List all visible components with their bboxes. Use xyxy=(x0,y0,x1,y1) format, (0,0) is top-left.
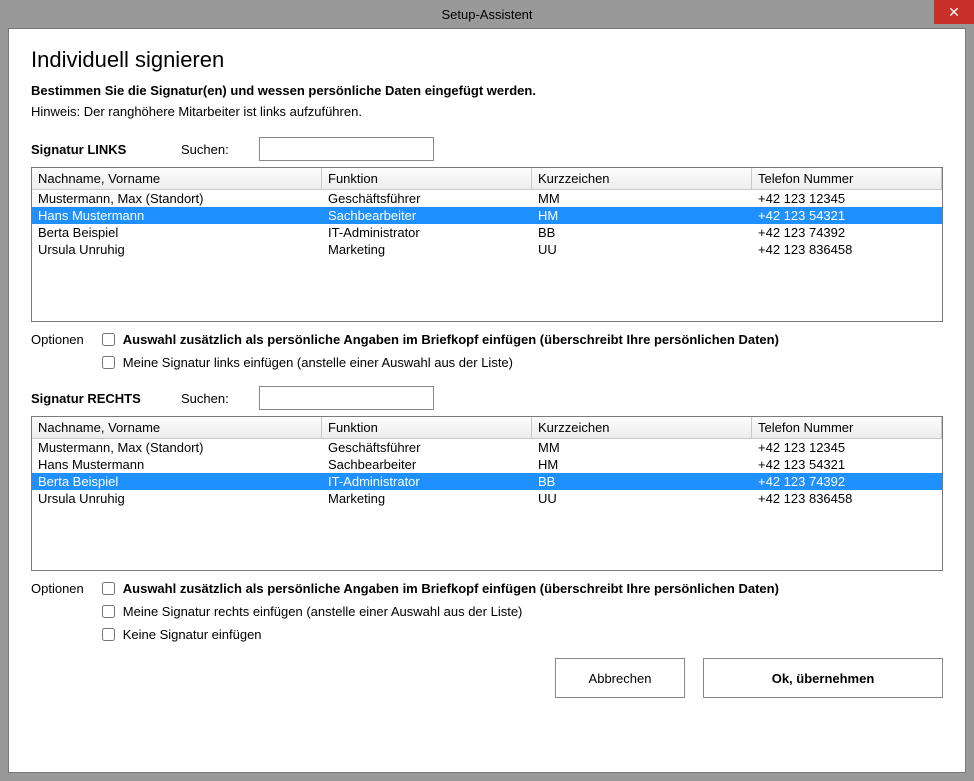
col-short[interactable]: Kurzzeichen xyxy=(532,417,752,439)
left-list-header: Nachname, Vorname Funktion Kurzzeichen T… xyxy=(32,168,942,190)
col-phone[interactable]: Telefon Nummer xyxy=(752,168,942,190)
right-person-list[interactable]: Nachname, Vorname Funktion Kurzzeichen T… xyxy=(31,416,943,571)
col-short[interactable]: Kurzzeichen xyxy=(532,168,752,190)
cell-short: BB xyxy=(532,224,752,241)
right-search-label: Suchen: xyxy=(181,391,229,406)
right-list-header: Nachname, Vorname Funktion Kurzzeichen T… xyxy=(32,417,942,439)
left-options-block: Optionen Auswahl zusätzlich als persönli… xyxy=(31,332,943,370)
left-options-label: Optionen xyxy=(31,332,84,370)
cell-name: Berta Beispiel xyxy=(32,224,322,241)
cell-name: Berta Beispiel xyxy=(32,473,322,490)
cell-name: Mustermann, Max (Standort) xyxy=(32,190,322,207)
right-opt-letterhead-label: Auswahl zusätzlich als persönliche Angab… xyxy=(123,581,779,596)
left-opt-letterhead-checkbox[interactable] xyxy=(102,333,115,346)
cell-func: Sachbearbeiter xyxy=(322,207,532,224)
right-opt-own-signature: Meine Signatur rechts einfügen (anstelle… xyxy=(102,604,779,619)
cancel-button[interactable]: Abbrechen xyxy=(555,658,685,698)
table-row[interactable]: Mustermann, Max (Standort)Geschäftsführe… xyxy=(32,190,942,207)
left-opt-own-signature: Meine Signatur links einfügen (anstelle … xyxy=(102,355,779,370)
cell-func: Geschäftsführer xyxy=(322,439,532,456)
cell-phone: +42 123 54321 xyxy=(752,456,942,473)
col-phone[interactable]: Telefon Nummer xyxy=(752,417,942,439)
cell-name: Ursula Unruhig xyxy=(32,241,322,258)
table-row[interactable]: Mustermann, Max (Standort)Geschäftsführe… xyxy=(32,439,942,456)
cell-phone: +42 123 12345 xyxy=(752,190,942,207)
cell-phone: +42 123 12345 xyxy=(752,439,942,456)
ok-button[interactable]: Ok, übernehmen xyxy=(703,658,943,698)
titlebar: Setup-Assistent ✕ xyxy=(0,0,974,28)
left-opt-own-signature-checkbox[interactable] xyxy=(102,356,115,369)
cell-func: Marketing xyxy=(322,490,532,507)
cell-phone: +42 123 54321 xyxy=(752,207,942,224)
table-row[interactable]: Berta BeispielIT-AdministratorBB+42 123 … xyxy=(32,473,942,490)
cell-phone: +42 123 836458 xyxy=(752,241,942,258)
cell-func: Geschäftsführer xyxy=(322,190,532,207)
col-func[interactable]: Funktion xyxy=(322,168,532,190)
left-opt-letterhead: Auswahl zusätzlich als persönliche Angab… xyxy=(102,332,779,347)
right-section-title: Signatur RECHTS xyxy=(31,391,151,406)
setup-wizard-window: Setup-Assistent ✕ Individuell signieren … xyxy=(0,0,974,781)
cell-phone: +42 123 74392 xyxy=(752,224,942,241)
col-name[interactable]: Nachname, Vorname xyxy=(32,168,322,190)
left-search-label: Suchen: xyxy=(181,142,229,157)
cell-name: Hans Mustermann xyxy=(32,456,322,473)
cell-short: MM xyxy=(532,190,752,207)
page-title: Individuell signieren xyxy=(31,47,943,73)
cell-short: HM xyxy=(532,207,752,224)
cell-func: Marketing xyxy=(322,241,532,258)
right-options-label: Optionen xyxy=(31,581,84,642)
right-opt-letterhead: Auswahl zusätzlich als persönliche Angab… xyxy=(102,581,779,596)
right-opt-no-signature-checkbox[interactable] xyxy=(102,628,115,641)
cell-func: Sachbearbeiter xyxy=(322,456,532,473)
right-opt-no-signature: Keine Signatur einfügen xyxy=(102,627,779,642)
window-title: Setup-Assistent xyxy=(441,7,532,22)
cell-func: IT-Administrator xyxy=(322,224,532,241)
table-row[interactable]: Hans MustermannSachbearbeiterHM+42 123 5… xyxy=(32,456,942,473)
left-opt-own-signature-label: Meine Signatur links einfügen (anstelle … xyxy=(123,355,513,370)
cell-short: HM xyxy=(532,456,752,473)
right-options-block: Optionen Auswahl zusätzlich als persönli… xyxy=(31,581,943,642)
table-row[interactable]: Hans MustermannSachbearbeiterHM+42 123 5… xyxy=(32,207,942,224)
cell-short: UU xyxy=(532,490,752,507)
col-name[interactable]: Nachname, Vorname xyxy=(32,417,322,439)
cell-name: Hans Mustermann xyxy=(32,207,322,224)
left-search-input[interactable] xyxy=(259,137,434,161)
right-opt-no-signature-label: Keine Signatur einfügen xyxy=(123,627,262,642)
right-opt-own-signature-label: Meine Signatur rechts einfügen (anstelle… xyxy=(123,604,523,619)
cell-short: BB xyxy=(532,473,752,490)
left-section-head: Signatur LINKS Suchen: xyxy=(31,137,943,161)
cell-phone: +42 123 74392 xyxy=(752,473,942,490)
client-area: Individuell signieren Bestimmen Sie die … xyxy=(8,28,966,773)
table-row[interactable]: Ursula UnruhigMarketingUU+42 123 836458 xyxy=(32,241,942,258)
cell-short: MM xyxy=(532,439,752,456)
right-section-head: Signatur RECHTS Suchen: xyxy=(31,386,943,410)
table-row[interactable]: Berta BeispielIT-AdministratorBB+42 123 … xyxy=(32,224,942,241)
close-icon: ✕ xyxy=(948,4,960,21)
col-func[interactable]: Funktion xyxy=(322,417,532,439)
cell-func: IT-Administrator xyxy=(322,473,532,490)
right-opt-own-signature-checkbox[interactable] xyxy=(102,605,115,618)
left-person-list[interactable]: Nachname, Vorname Funktion Kurzzeichen T… xyxy=(31,167,943,322)
table-row[interactable]: Ursula UnruhigMarketingUU+42 123 836458 xyxy=(32,490,942,507)
right-opt-letterhead-checkbox[interactable] xyxy=(102,582,115,595)
cell-name: Ursula Unruhig xyxy=(32,490,322,507)
cell-name: Mustermann, Max (Standort) xyxy=(32,439,322,456)
cell-short: UU xyxy=(532,241,752,258)
close-button[interactable]: ✕ xyxy=(934,0,974,24)
cell-phone: +42 123 836458 xyxy=(752,490,942,507)
hint-text: Hinweis: Der ranghöhere Mitarbeiter ist … xyxy=(31,104,943,119)
left-opt-letterhead-label: Auswahl zusätzlich als persönliche Angab… xyxy=(123,332,779,347)
left-section-title: Signatur LINKS xyxy=(31,142,151,157)
right-search-input[interactable] xyxy=(259,386,434,410)
lead-text: Bestimmen Sie die Signatur(en) und wesse… xyxy=(31,83,943,98)
button-bar: Abbrechen Ok, übernehmen xyxy=(31,658,943,698)
